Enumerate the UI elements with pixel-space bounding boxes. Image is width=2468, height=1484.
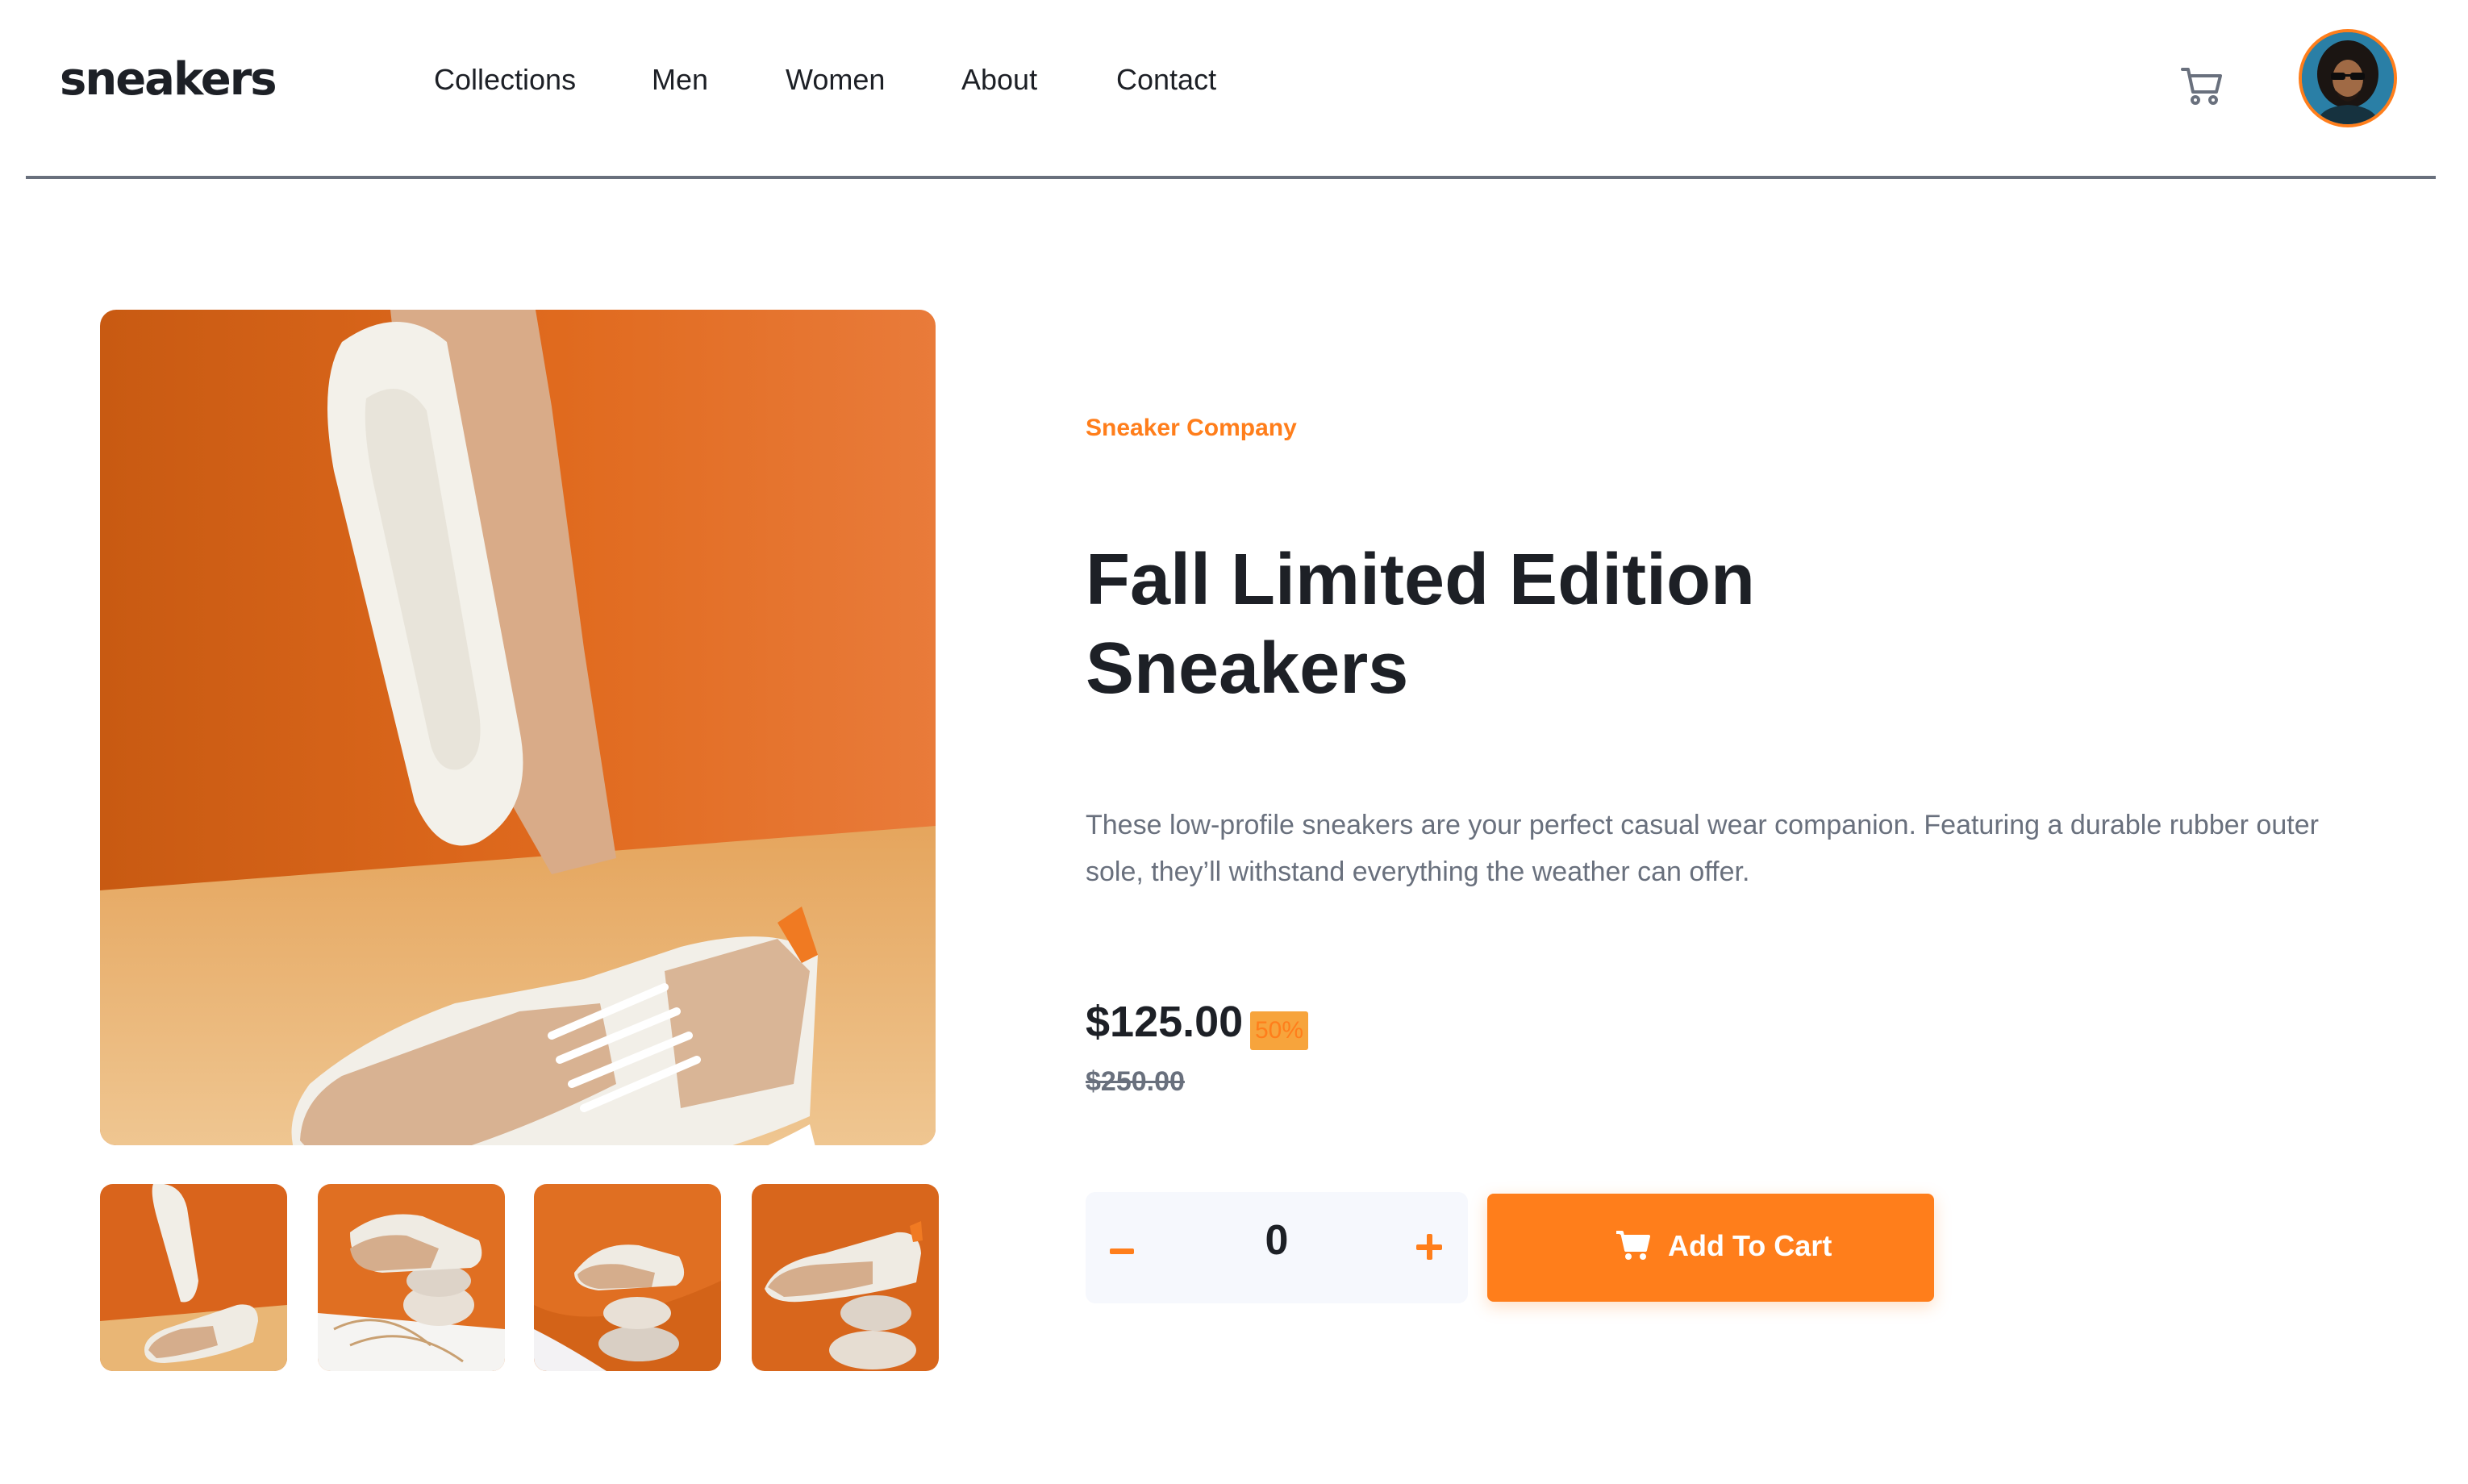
product-title-line-2: Sneakers <box>1086 628 1409 709</box>
discount-badge: 50% <box>1250 1011 1308 1050</box>
company-label: Sneaker Company <box>1086 415 1297 441</box>
thumbnail-2[interactable] <box>318 1184 505 1371</box>
nav-contact[interactable]: Contact <box>1116 63 1216 97</box>
thumbnail-1[interactable] <box>100 1184 287 1371</box>
cart-filled-icon <box>1615 1229 1650 1261</box>
nav-about[interactable]: About <box>961 63 1037 97</box>
current-price: $125.00 <box>1086 998 1244 1046</box>
product-title: Fall Limited Edition Sneakers <box>1086 536 1892 713</box>
add-to-cart-button[interactable]: Add To Cart <box>1487 1194 1934 1302</box>
minus-icon[interactable] <box>1107 1228 1139 1268</box>
nav-collections[interactable]: Collections <box>434 63 576 97</box>
product-title-line-1: Fall Limited Edition <box>1086 540 1755 620</box>
product-main-image[interactable] <box>100 310 936 1145</box>
logo[interactable]: sneakers <box>60 53 277 106</box>
product-description: These low-profile sneakers are your perf… <box>1086 810 2319 887</box>
plus-icon[interactable] <box>1416 1234 1442 1260</box>
thumbnail-4[interactable] <box>752 1184 939 1371</box>
site-header: sneakers Collections Men Women About Con… <box>26 0 2436 179</box>
quantity-value: 0 <box>1265 1217 1289 1264</box>
thumbnail-3[interactable] <box>534 1184 721 1371</box>
nav-women[interactable]: Women <box>786 63 885 97</box>
avatar[interactable] <box>2299 29 2397 127</box>
quantity-stepper: 0 <box>1086 1192 1468 1303</box>
cart-icon[interactable] <box>2179 63 2224 108</box>
add-to-cart-label: Add To Cart <box>1668 1229 1832 1262</box>
original-price: $250.00 <box>1086 1066 1185 1097</box>
nav-men[interactable]: Men <box>652 63 708 97</box>
